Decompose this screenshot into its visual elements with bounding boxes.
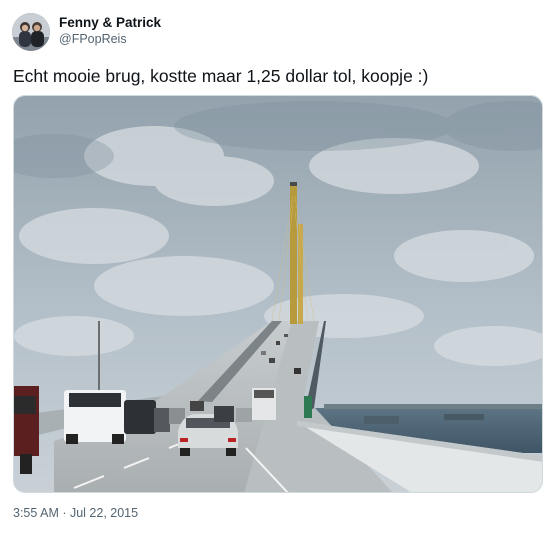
tweet-timestamp[interactable]: 3:55 AM · Jul 22, 2015: [13, 506, 138, 520]
author-name[interactable]: Fenny & Patrick: [59, 15, 161, 30]
tweet-text: Echt mooie brug, kostte maar 1,25 dollar…: [13, 66, 429, 86]
tweet-photo[interactable]: [13, 95, 543, 493]
avatar[interactable]: [12, 13, 50, 51]
bridge-photo-image: [14, 96, 542, 492]
profile-photo-icon: [12, 13, 50, 51]
author-handle[interactable]: @FPopReis: [59, 32, 127, 46]
